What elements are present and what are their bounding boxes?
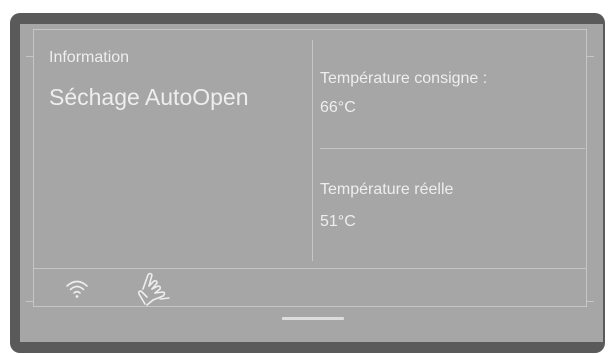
status-bar-divider [34,268,586,269]
frame-tick-right-bottom [587,301,594,302]
wifi-icon [65,278,89,300]
target-temperature-value: 66°C [320,99,356,116]
actual-temperature-value: 51°C [320,213,356,230]
column-divider [312,40,313,261]
frame-tick-left-bottom [26,301,33,302]
program-title: Séchage AutoOpen [49,84,249,110]
swipe-handle[interactable] [282,317,344,320]
actual-temperature-label: Température réelle [320,181,454,198]
info-label: Information [49,49,130,66]
content-frame [33,29,587,307]
target-temperature-label: Température consigne : [320,70,488,87]
frame-tick-left-top [26,56,33,57]
hand-touch-icon [135,272,175,306]
temperature-divider [320,148,585,149]
frame-tick-right-top [587,56,594,57]
